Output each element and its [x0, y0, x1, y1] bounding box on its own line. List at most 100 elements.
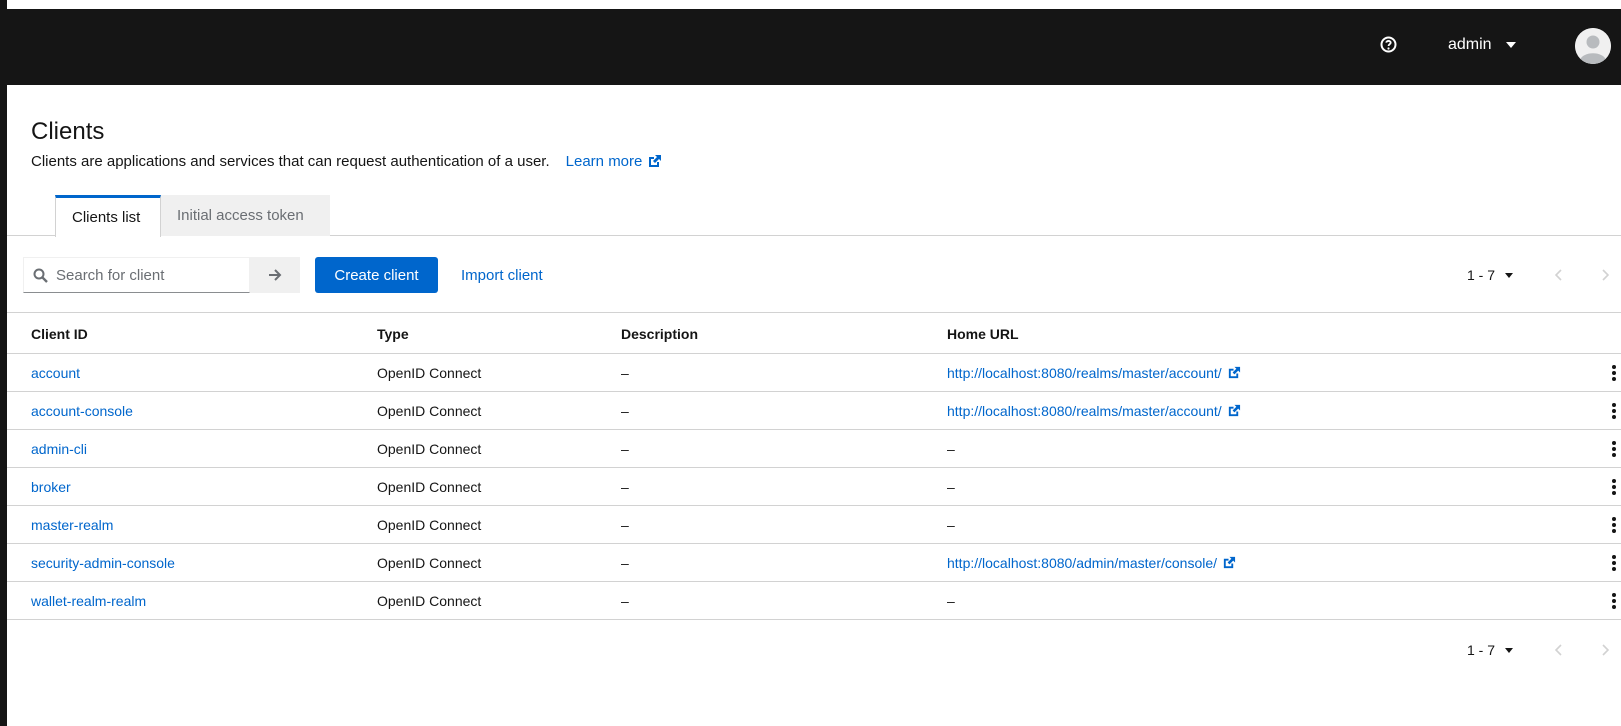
- user-menu-toggle[interactable]: admin: [1448, 34, 1516, 56]
- learn-more-link[interactable]: Learn more: [566, 153, 663, 170]
- pagination-range-toggle[interactable]: 1 - 7: [1467, 267, 1514, 283]
- table-row: admin-cli OpenID Connect – –: [7, 430, 1621, 468]
- top-edge: [0, 0, 1621, 9]
- home-url-text: –: [947, 479, 955, 495]
- search-box: [23, 257, 250, 293]
- home-url-link[interactable]: http://localhost:8080/realms/master/acco…: [947, 365, 1241, 381]
- tab-initial-access-token-label: Initial access token: [177, 207, 304, 224]
- home-url-link[interactable]: http://localhost:8080/admin/master/conso…: [947, 555, 1236, 571]
- external-link-icon: [1228, 366, 1240, 379]
- left-edge: [0, 0, 7, 726]
- row-actions-kebab-icon[interactable]: [1607, 440, 1621, 458]
- chevron-left-icon: [1555, 269, 1562, 281]
- client-type: OpenID Connect: [377, 403, 482, 419]
- create-client-button[interactable]: Create client: [315, 257, 438, 293]
- search-input[interactable]: [56, 266, 236, 284]
- home-url-link[interactable]: http://localhost:8080/realms/master/acco…: [947, 403, 1241, 419]
- tab-clients-list[interactable]: Clients list: [55, 195, 161, 237]
- row-actions-kebab-icon[interactable]: [1607, 592, 1621, 610]
- caret-down-icon: [1505, 42, 1516, 48]
- chevron-right-icon: [1602, 269, 1609, 281]
- header-home-url: Home URL: [947, 326, 1019, 342]
- table-row: account OpenID Connect – http://localhos…: [7, 354, 1621, 392]
- create-client-label: Create client: [334, 266, 419, 284]
- client-description: –: [621, 593, 629, 609]
- pagination-range-label: 1 - 7: [1467, 642, 1496, 658]
- client-type: OpenID Connect: [377, 555, 482, 571]
- client-type: OpenID Connect: [377, 517, 482, 533]
- next-page-button[interactable]: [1597, 267, 1613, 283]
- client-type: OpenID Connect: [377, 441, 482, 457]
- row-actions-kebab-icon[interactable]: [1607, 364, 1621, 382]
- main-content: Clients Clients are applications and ser…: [7, 85, 1621, 726]
- client-id-link[interactable]: wallet-realm-realm: [31, 593, 146, 609]
- home-url-text: http://localhost:8080/admin/master/conso…: [947, 555, 1218, 571]
- learn-more-label: Learn more: [565, 153, 643, 170]
- home-url-text: –: [947, 593, 955, 609]
- import-client-button[interactable]: Import client: [461, 257, 543, 293]
- client-description: –: [621, 479, 629, 495]
- chevron-left-icon: [1555, 644, 1562, 656]
- client-id-link[interactable]: master-realm: [31, 517, 113, 533]
- page-description-text: Clients are applications and services th…: [31, 153, 550, 170]
- table-row: security-admin-console OpenID Connect – …: [7, 544, 1621, 582]
- home-url-text: –: [947, 517, 955, 533]
- chevron-right-icon: [1602, 644, 1609, 656]
- client-type: OpenID Connect: [377, 365, 482, 381]
- tab-bar: Clients list Initial access token: [7, 195, 1621, 237]
- row-actions-kebab-icon[interactable]: [1607, 402, 1621, 420]
- question-circle-icon[interactable]: [1380, 36, 1397, 53]
- masthead: [0, 9, 1621, 85]
- arrow-right-icon: [269, 269, 282, 281]
- search-submit-button[interactable]: [250, 257, 300, 293]
- search-icon: [33, 268, 48, 283]
- caret-down-icon: [1505, 647, 1514, 653]
- table-row: wallet-realm-realm OpenID Connect – –: [7, 582, 1621, 620]
- client-description: –: [621, 365, 629, 381]
- table-row: broker OpenID Connect – –: [7, 468, 1621, 506]
- search-group: [23, 257, 300, 293]
- home-url-text: –: [947, 441, 955, 457]
- caret-down-icon: [1505, 272, 1514, 278]
- home-url-text: http://localhost:8080/realms/master/acco…: [947, 403, 1222, 419]
- table-row: master-realm OpenID Connect – –: [7, 506, 1621, 544]
- table-row: account-console OpenID Connect – http://…: [7, 392, 1621, 430]
- client-id-link[interactable]: broker: [31, 479, 71, 495]
- previous-page-button[interactable]: [1551, 642, 1567, 658]
- row-actions-kebab-icon[interactable]: [1607, 478, 1621, 496]
- external-link-icon: [649, 155, 662, 167]
- username-label: admin: [1448, 36, 1492, 53]
- import-client-label: Import client: [461, 266, 543, 284]
- page-title: Clients: [31, 118, 105, 145]
- client-description: –: [621, 555, 629, 571]
- table-header: Client ID Type Description Home URL: [7, 312, 1621, 354]
- pagination-bottom: 1 - 7: [1467, 632, 1621, 668]
- pagination-top: 1 - 7: [1467, 257, 1621, 293]
- client-description: –: [621, 517, 629, 533]
- client-id-link[interactable]: account-console: [31, 403, 133, 419]
- pagination-range-toggle[interactable]: 1 - 7: [1467, 642, 1514, 658]
- client-id-link[interactable]: account: [31, 365, 80, 381]
- header-type: Type: [377, 326, 409, 342]
- row-actions-kebab-icon[interactable]: [1607, 554, 1621, 572]
- client-id-link[interactable]: admin-cli: [31, 441, 87, 457]
- next-page-button[interactable]: [1597, 642, 1613, 658]
- tab-initial-access-token[interactable]: Initial access token: [161, 195, 330, 236]
- page-description: Clients are applications and services th…: [31, 153, 662, 170]
- home-url-text: http://localhost:8080/realms/master/acco…: [947, 365, 1222, 381]
- pagination-range-label: 1 - 7: [1467, 267, 1496, 283]
- client-id-link[interactable]: security-admin-console: [31, 555, 175, 571]
- previous-page-button[interactable]: [1551, 267, 1567, 283]
- row-actions-kebab-icon[interactable]: [1607, 516, 1621, 534]
- user-avatar-icon[interactable]: [1575, 28, 1611, 64]
- tab-clients-list-label: Clients list: [72, 209, 141, 226]
- client-type: OpenID Connect: [377, 593, 482, 609]
- client-description: –: [621, 441, 629, 457]
- header-description: Description: [621, 326, 699, 342]
- client-description: –: [621, 403, 629, 419]
- client-type: OpenID Connect: [377, 479, 482, 495]
- external-link-icon: [1223, 556, 1236, 569]
- clients-table: Client ID Type Description Home URL acco…: [7, 312, 1621, 620]
- external-link-icon: [1228, 404, 1240, 417]
- header-client-id: Client ID: [31, 326, 88, 342]
